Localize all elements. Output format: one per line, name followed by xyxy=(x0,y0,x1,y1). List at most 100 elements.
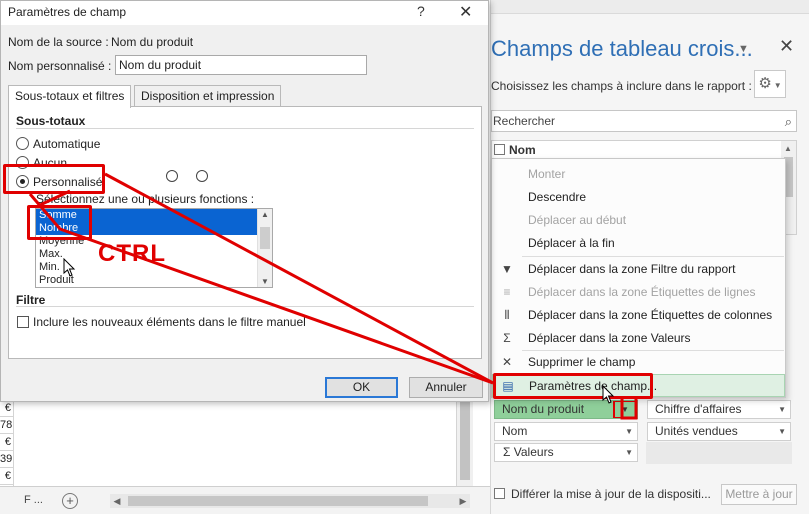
ctrl-annotation: CTRL xyxy=(98,240,166,267)
zone-row-field[interactable]: Nom ▼ xyxy=(494,422,638,441)
field-checkbox[interactable] xyxy=(494,144,505,155)
zone-field-label: Unités vendues xyxy=(655,424,738,438)
zone-value-field[interactable]: Chiffre d'affaires ▼ xyxy=(647,400,791,419)
cancel-button[interactable]: Annuler xyxy=(409,377,483,398)
mouse-cursor-icon xyxy=(63,258,76,277)
scrollbar-thumb[interactable] xyxy=(460,402,470,480)
functions-label: Sélectionnez une ou plusieurs fonctions … xyxy=(36,192,255,206)
scroll-down-icon[interactable]: ▼ xyxy=(261,277,269,286)
add-sheet-icon[interactable]: + xyxy=(62,493,78,509)
search-placeholder: Rechercher xyxy=(493,114,556,128)
source-name-value: Nom du produit xyxy=(111,35,194,49)
zone-field-label: Nom du produit xyxy=(502,402,585,416)
rows-icon: ≡ xyxy=(503,285,511,299)
dialog-titlebar: Paramètres de champ ? ✕ xyxy=(1,1,488,25)
menu-item-move-to-filter[interactable]: ▼ Déplacer dans la zone Filtre du rapport xyxy=(492,258,785,280)
radio-circle xyxy=(196,170,208,182)
scroll-up-icon[interactable]: ▲ xyxy=(261,210,269,219)
scrollbar-thumb[interactable] xyxy=(128,496,428,506)
field-context-menu: Monter Descendre Déplacer au début Dépla… xyxy=(491,158,786,398)
menu-item-move-to-start[interactable]: Déplacer au début xyxy=(492,209,785,231)
chevron-down-icon: ▼ xyxy=(773,81,782,90)
zone-field-label: Chiffre d'affaires xyxy=(655,402,742,416)
sheet-cell[interactable]: € xyxy=(0,434,13,451)
ok-button[interactable]: OK xyxy=(325,377,398,398)
menu-separator xyxy=(522,256,784,257)
pane-subtitle: Choisissez les champs à inclure dans le … xyxy=(491,79,752,93)
section-divider xyxy=(16,306,474,307)
radio-circle xyxy=(166,170,178,182)
filter-icon: ▼ xyxy=(501,262,513,276)
sigma-icon: Σ xyxy=(503,445,511,459)
dialog-tabs: Sous-totaux et filtres Disposition et im… xyxy=(8,85,482,108)
sheet-cell[interactable]: 39 xyxy=(0,451,13,468)
menu-item-move-to-end[interactable]: Déplacer à la fin xyxy=(492,232,785,254)
zone-field-label: Nom xyxy=(502,424,528,438)
chevron-down-icon[interactable]: ▼ xyxy=(625,444,633,461)
section-divider xyxy=(16,128,474,129)
field-settings-dialog: Paramètres de champ ? ✕ Nom de la source… xyxy=(0,0,489,402)
tools-button[interactable]: ⚙ ▼ xyxy=(754,70,786,98)
source-name-label: Nom de la source : xyxy=(8,35,109,49)
zone-field-label: Valeurs xyxy=(513,445,554,459)
delete-icon: ✕ xyxy=(501,355,513,369)
field-label: Nom xyxy=(509,143,536,157)
tab-layout-print[interactable]: Disposition et impression xyxy=(134,85,282,107)
menu-item-move-to-rows[interactable]: ≡ Déplacer dans la zone Étiquettes de lig… xyxy=(492,281,785,303)
annotation-box-functions xyxy=(27,205,92,240)
field-item-nom[interactable]: Nom xyxy=(494,143,536,157)
radio-automatic[interactable]: Automatique xyxy=(16,136,100,152)
defer-update-label: Différer la mise à jour de la dispositi.… xyxy=(511,487,711,501)
defer-update-checkbox[interactable] xyxy=(494,488,505,499)
sheet-vertical-scrollbar[interactable] xyxy=(456,400,473,486)
layout-zones: Nom du produit ▼ Chiffre d'affaires ▼ No… xyxy=(491,398,809,468)
custom-name-label: Nom personnalisé : xyxy=(8,59,112,73)
zone-row-field-active[interactable]: Nom du produit ▼ xyxy=(494,400,638,419)
sheet-cell[interactable]: 78 xyxy=(0,417,13,434)
chevron-down-icon[interactable]: ▼ xyxy=(738,43,749,55)
menu-item-move-to-columns[interactable]: ⦀ Déplacer dans la zone Étiquettes de col… xyxy=(492,304,785,326)
scroll-right-icon[interactable]: ▶ xyxy=(456,494,470,508)
dialog-title: Paramètres de champ xyxy=(8,5,127,19)
menu-item-move-up[interactable]: Monter xyxy=(492,163,785,185)
search-icon[interactable]: ⌕ xyxy=(785,112,792,132)
sheet-horizontal-scrollbar[interactable]: ◀ ▶ xyxy=(110,494,470,508)
worksheet-area: € 78 € 39 € F ... + ◀ ▶ xyxy=(0,400,490,514)
menu-item-move-to-values[interactable]: Σ Déplacer dans la zone Valeurs xyxy=(492,327,785,349)
menu-item-remove-field[interactable]: ✕ Supprimer le champ xyxy=(492,351,785,373)
zone-column-field-values[interactable]: Σ Valeurs ▼ xyxy=(494,443,638,462)
tab-subtotals-filters[interactable]: Sous-totaux et filtres xyxy=(8,85,132,108)
update-button[interactable]: Mettre à jour xyxy=(721,484,797,505)
chevron-down-icon[interactable]: ▼ xyxy=(778,423,786,440)
scroll-left-icon[interactable]: ◀ xyxy=(110,494,124,508)
sheet-cell[interactable]: € xyxy=(0,400,13,417)
sigma-icon: Σ xyxy=(503,331,511,345)
help-icon[interactable]: ? xyxy=(417,3,425,19)
sheet-tab-bar: F ... + ◀ ▶ xyxy=(0,486,490,514)
mouse-cursor-icon xyxy=(602,385,615,404)
chevron-down-icon[interactable]: ▼ xyxy=(778,401,786,418)
custom-name-input[interactable] xyxy=(115,55,367,75)
include-new-items-checkbox[interactable]: Inclure les nouveaux éléments dans le fi… xyxy=(17,315,306,329)
chevron-down-icon[interactable]: ▼ xyxy=(625,423,633,440)
pane-top-strip xyxy=(491,0,809,14)
gear-icon: ⚙ xyxy=(758,75,772,92)
scroll-up-icon[interactable]: ▲ xyxy=(784,144,792,153)
checkbox[interactable] xyxy=(17,316,29,328)
zone-empty-area xyxy=(646,442,792,464)
subtotals-heading: Sous-totaux xyxy=(16,114,86,128)
sheet-tab-ellipsis[interactable]: F ... xyxy=(24,494,43,506)
scrollbar-thumb[interactable] xyxy=(260,227,270,249)
listbox-scrollbar[interactable]: ▲ ▼ xyxy=(257,209,272,287)
annotation-box-field-settings xyxy=(493,373,653,399)
field-search-input[interactable]: Rechercher ⌕ xyxy=(491,110,797,132)
zone-value-field[interactable]: Unités vendues ▼ xyxy=(647,422,791,441)
close-icon[interactable]: ✕ xyxy=(779,36,794,57)
menu-item-move-down[interactable]: Descendre xyxy=(492,186,785,208)
close-icon[interactable]: ✕ xyxy=(459,2,472,22)
pane-bottom-bar: Différer la mise à jour de la dispositi.… xyxy=(491,484,809,506)
sheet-cell[interactable]: € xyxy=(0,468,13,485)
chevron-down-icon[interactable]: ▼ xyxy=(613,401,637,418)
annotation-box-custom xyxy=(3,164,105,194)
radio-button[interactable] xyxy=(16,137,29,150)
